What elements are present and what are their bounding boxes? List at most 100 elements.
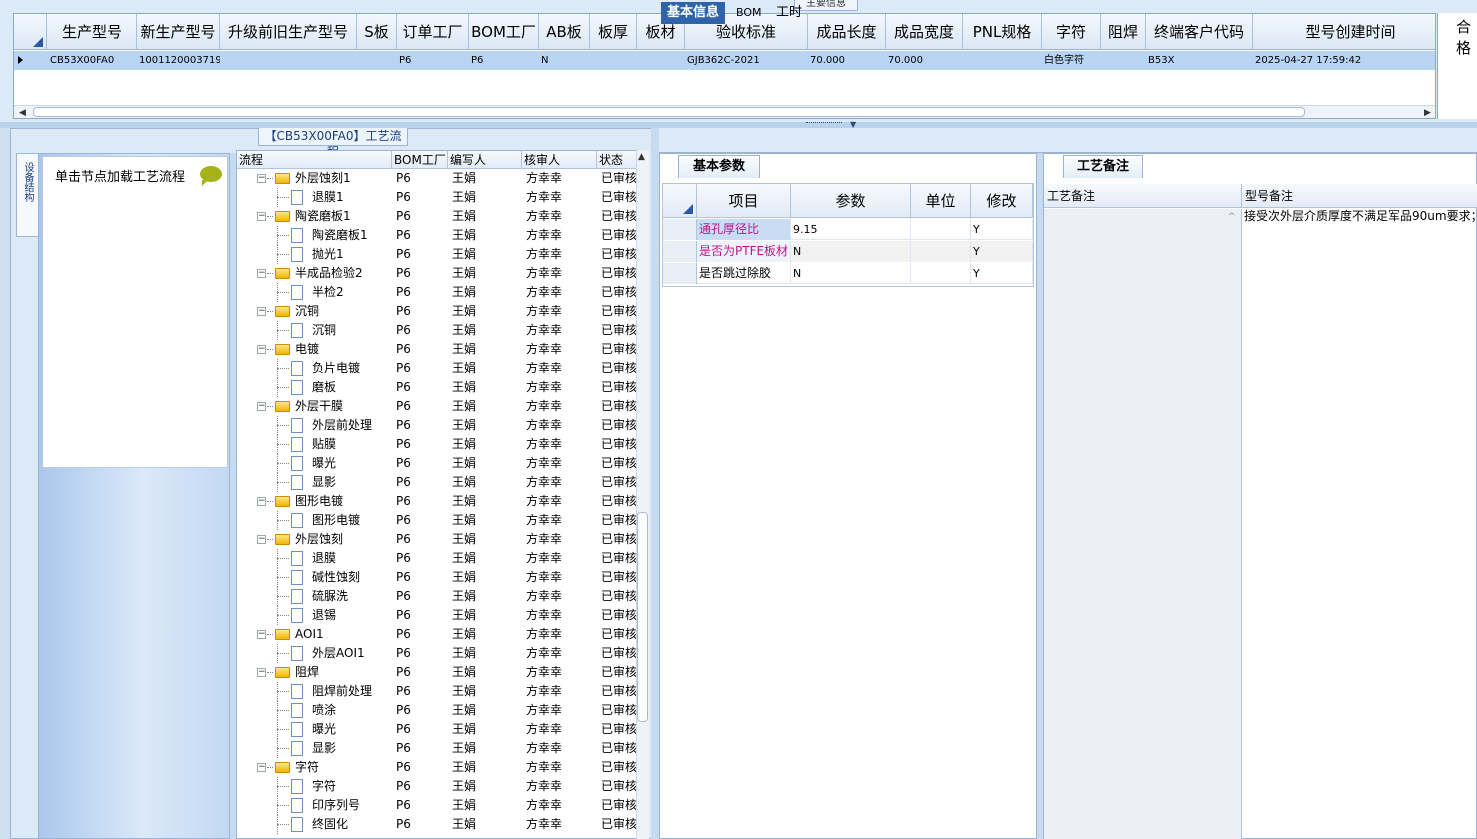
table-cell[interactable]: B53X — [1146, 51, 1253, 70]
params-cell-item[interactable]: 通孔厚径比 — [697, 219, 791, 240]
column-header[interactable]: 成品长度 — [808, 14, 886, 50]
scroll-left-icon[interactable]: ◀ — [19, 108, 26, 118]
params-cell-edit[interactable]: Y — [971, 219, 1033, 240]
tree-vertical-scrollbar[interactable] — [636, 150, 649, 839]
params-header-item[interactable]: 项目 — [697, 184, 791, 218]
column-header[interactable]: BOM工厂 — [469, 14, 539, 50]
tree-row[interactable]: − 阻焊 P6 王娟 方幸幸 已审核 — [237, 663, 648, 682]
params-row[interactable]: 是否为PTFE板材 N Y — [663, 241, 1033, 262]
params-cell-value[interactable]: 9.15 — [791, 219, 911, 240]
column-header[interactable]: 终端客户代码 — [1146, 14, 1253, 50]
tree-row[interactable]: 半检2 P6 王娟 方幸幸 已审核 — [237, 283, 648, 302]
tree-row[interactable]: 显影 P6 王娟 方幸幸 已审核 — [237, 473, 648, 492]
tree-row[interactable]: − 外层蚀刻 P6 王娟 方幸幸 已审核 — [237, 530, 648, 549]
tree-row[interactable]: 贴膜 P6 王娟 方幸幸 已审核 — [237, 435, 648, 454]
column-header[interactable]: 字符 — [1042, 14, 1101, 50]
params-header-edit[interactable]: 修改 — [971, 184, 1033, 218]
notes-scroll-up-icon[interactable]: ^ — [1228, 212, 1236, 222]
tab-work-hours[interactable]: 工时 — [770, 2, 808, 24]
collapse-toggle-icon[interactable]: − — [257, 212, 266, 221]
process-note-textarea[interactable] — [1044, 209, 1242, 839]
table-cell[interactable] — [1101, 51, 1146, 70]
column-header[interactable]: 升级前旧生产型号 — [220, 14, 357, 50]
table-cell[interactable]: P6 — [397, 51, 469, 70]
column-header[interactable]: 成品宽度 — [886, 14, 963, 50]
scroll-up-icon[interactable]: ▲ — [638, 152, 645, 162]
tree-column-header[interactable]: BOM工厂 — [392, 151, 448, 169]
basic-params-caption[interactable]: 基本参数 — [678, 155, 760, 178]
process-notes-caption[interactable]: 工艺备注 — [1063, 155, 1143, 178]
tree-row[interactable]: 字符 P6 王娟 方幸幸 已审核 — [237, 777, 648, 796]
column-header[interactable]: 板厚 — [590, 14, 637, 50]
params-cell-unit[interactable] — [911, 263, 971, 284]
params-header-value[interactable]: 参数 — [791, 184, 911, 218]
tree-row[interactable]: 陶瓷磨板1 P6 王娟 方幸幸 已审核 — [237, 226, 648, 245]
tree-column-header[interactable]: 编写人 — [448, 151, 522, 169]
tree-row[interactable]: 显影 P6 王娟 方幸幸 已审核 — [237, 739, 648, 758]
params-cell-value[interactable]: N — [791, 263, 911, 284]
tree-row[interactable]: 外层AOI1 P6 王娟 方幸幸 已审核 — [237, 644, 648, 663]
params-header-unit[interactable]: 单位 — [911, 184, 971, 218]
grid-corner-select[interactable] — [14, 14, 47, 50]
tree-row[interactable]: − 陶瓷磨板1 P6 王娟 方幸幸 已审核 — [237, 207, 648, 226]
sidebar-card[interactable]: 单击节点加载工艺流程 — [42, 156, 228, 468]
tree-row[interactable]: 印序列号 P6 王娟 方幸幸 已审核 — [237, 796, 648, 815]
params-row[interactable]: 通孔厚径比 9.15 Y — [663, 219, 1033, 240]
table-cell[interactable]: CB53X00FA0 — [48, 51, 137, 70]
column-header[interactable]: 新生产型号 — [137, 14, 220, 50]
row-header[interactable] — [663, 219, 697, 240]
chat-bubble-icon[interactable] — [200, 166, 222, 186]
collapse-toggle-icon[interactable]: − — [257, 345, 266, 354]
scroll-right-icon[interactable]: ▶ — [1424, 108, 1431, 118]
column-header[interactable]: PNL规格 — [963, 14, 1042, 50]
table-cell[interactable] — [357, 51, 397, 70]
table-cell[interactable]: P6 — [469, 51, 539, 70]
tree-row[interactable]: 硫脲洗 P6 王娟 方幸幸 已审核 — [237, 587, 648, 606]
scrollbar-thumb[interactable] — [33, 107, 1305, 117]
tree-row[interactable]: 喷涂 P6 王娟 方幸幸 已审核 — [237, 701, 648, 720]
collapse-toggle-icon[interactable]: − — [257, 668, 266, 677]
column-header[interactable]: S板 — [357, 14, 397, 50]
tree-row[interactable]: 退膜 P6 王娟 方幸幸 已审核 — [237, 549, 648, 568]
table-cell[interactable]: 白色字符 — [1042, 51, 1101, 70]
table-cell[interactable]: GJB362C-2021 — [685, 51, 808, 70]
params-cell-value[interactable]: N — [791, 241, 911, 262]
params-cell-item[interactable]: 是否为PTFE板材 — [697, 241, 791, 262]
column-header[interactable]: 阻焊 — [1101, 14, 1146, 50]
tree-row[interactable]: − AOI1 P6 王娟 方幸幸 已审核 — [237, 625, 648, 644]
tree-row[interactable]: − 沉铜 P6 王娟 方幸幸 已审核 — [237, 302, 648, 321]
params-cell-edit[interactable]: Y — [971, 263, 1033, 284]
tab-equipment-structure[interactable]: 设备结构 — [16, 153, 38, 237]
splitter-grip[interactable] — [806, 122, 842, 125]
column-header[interactable]: 生产型号 — [48, 14, 137, 50]
column-header[interactable]: 订单工厂 — [397, 14, 469, 50]
params-cell-unit[interactable] — [911, 241, 971, 262]
tree-row[interactable]: − 图形电镀 P6 王娟 方幸幸 已审核 — [237, 492, 648, 511]
collapse-toggle-icon[interactable]: − — [257, 763, 266, 772]
tree-row[interactable]: 阻焊前处理 P6 王娟 方幸幸 已审核 — [237, 682, 648, 701]
tree-column-header[interactable]: 流程 — [237, 151, 392, 169]
tree-scrollbar-thumb[interactable] — [637, 512, 648, 722]
tree-row[interactable]: − 电镀 P6 王娟 方幸幸 已审核 — [237, 340, 648, 359]
collapse-toggle-icon[interactable]: − — [257, 535, 266, 544]
tree-row[interactable]: 退锡 P6 王娟 方幸幸 已审核 — [237, 606, 648, 625]
model-note-text[interactable]: 接受次外层介质厚度不满足军品90um要求； — [1244, 208, 1477, 226]
tab-bom[interactable]: BOM — [730, 2, 768, 24]
table-cell[interactable] — [590, 51, 637, 70]
table-row[interactable]: CB53X00FA0 10011200037193 P6 P6 N GJB362C-202… — [14, 51, 1435, 70]
tree-row[interactable]: 抛光1 P6 王娟 方幸幸 已审核 — [237, 245, 648, 264]
column-header[interactable]: AB板 — [539, 14, 590, 50]
table-cell[interactable]: 70.000 — [886, 51, 963, 70]
table-cell[interactable]: N — [539, 51, 590, 70]
collapse-toggle-icon[interactable]: − — [257, 497, 266, 506]
tree-row[interactable]: 负片电镀 P6 王娟 方幸幸 已审核 — [237, 359, 648, 378]
params-corner-select[interactable] — [663, 184, 697, 218]
params-cell-edit[interactable]: Y — [971, 241, 1033, 262]
collapse-toggle-icon[interactable]: − — [257, 630, 266, 639]
collapse-toggle-icon[interactable]: − — [257, 174, 266, 183]
tree-row[interactable]: 外层前处理 P6 王娟 方幸幸 已审核 — [237, 416, 648, 435]
middle-splitter[interactable] — [651, 128, 659, 839]
table-cell[interactable]: 70.000 — [808, 51, 886, 70]
table-cell[interactable]: 10011200037193 — [137, 51, 220, 70]
row-header[interactable] — [663, 263, 697, 284]
